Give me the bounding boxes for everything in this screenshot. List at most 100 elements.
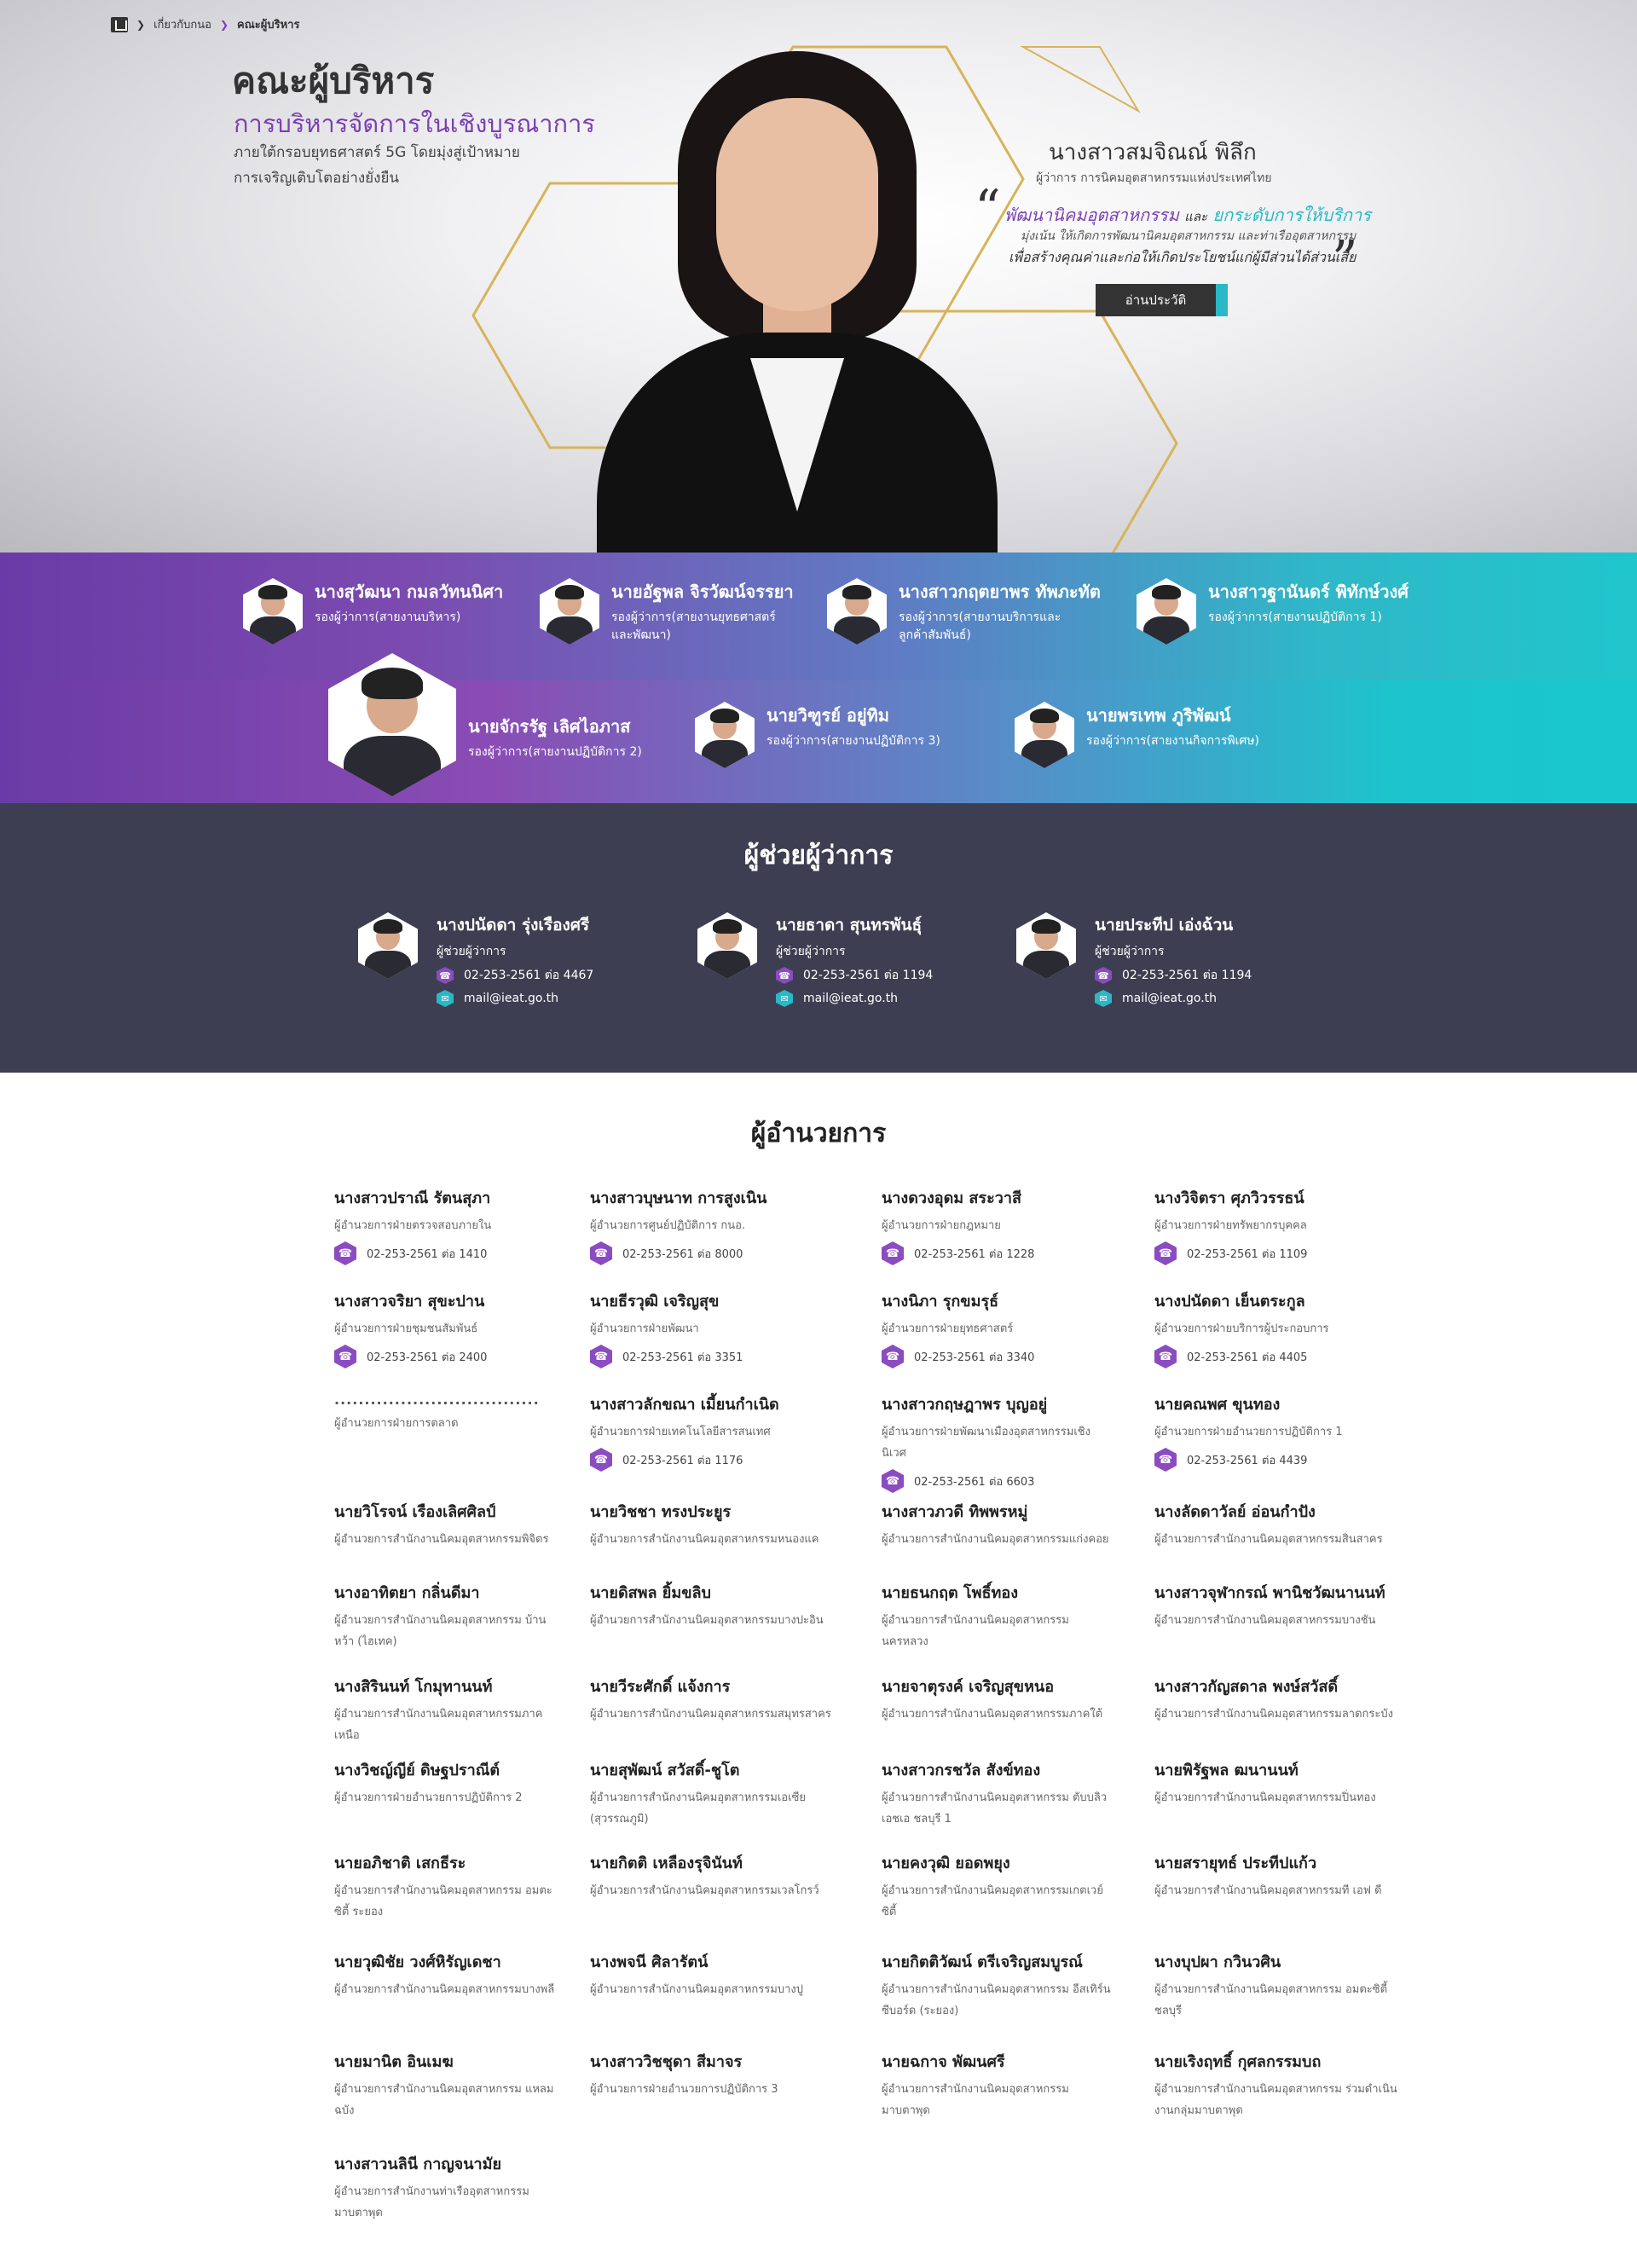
director-card[interactable]: นายพิรัฐพล ฒนานนท์ ผู้อำนวยการสำนักงานนิค… bbox=[1154, 1757, 1402, 1808]
director-card[interactable]: นายวุฒิชัย วงศ์หิรัญเดชา ผู้อำนวยการสำนัก… bbox=[334, 1949, 564, 2000]
governor-slogan: พัฒนานิคมอุตสาหกรรม และ ยกระดับการให้บริ… bbox=[1004, 201, 1371, 229]
director-card[interactable]: นางวิชญ์ญีย์ ดิษฐปราณีต์ ผู้อำนวยการฝ่ายอ… bbox=[334, 1757, 564, 1808]
director-card[interactable]: นางสาวจริยา สุขะปาน ผู้อำนวยการฝ่ายชุมชนส… bbox=[334, 1288, 564, 1368]
phone-icon: ☎ bbox=[882, 1345, 904, 1368]
director-card[interactable]: นางสาวภวดี ทิพพรหมู่ ผู้อำนวยการสำนักงานน… bbox=[882, 1499, 1112, 1550]
director-phone[interactable]: 02-253-2561 ต่อ 3340 bbox=[914, 1348, 1034, 1366]
deputy-card[interactable]: นางสาวฐานันดร์ พิทักษ์วงศ์ รองผู้ว่าการ(… bbox=[1137, 578, 1409, 645]
director-phone[interactable]: 02-253-2561 ต่อ 4405 bbox=[1187, 1348, 1307, 1366]
director-name: นายวุฒิชัย วงศ์หิรัญเดชา bbox=[334, 1953, 501, 1971]
director-phone[interactable]: 02-253-2561 ต่อ 1410 bbox=[367, 1245, 487, 1263]
director-card[interactable]: นายวีระศักดิ์ แจ้งการ ผู้อำนวยการสำนักงาน… bbox=[590, 1674, 837, 1725]
director-card[interactable]: นางลัดดาวัลย์ อ่อนกำปัง ผู้อำนวยการสำนักง… bbox=[1154, 1499, 1402, 1550]
director-card[interactable]: นายวิโรจน์ เรืองเลิศศิลป์ ผู้อำนวยการสำนั… bbox=[334, 1499, 564, 1550]
director-phone[interactable]: 02-253-2561 ต่อ 3351 bbox=[622, 1348, 743, 1366]
director-card[interactable]: นางสาวกัญสดาล พงษ์สวัสดิ์ ผู้อำนวยการสำนั… bbox=[1154, 1674, 1402, 1725]
deputy-card[interactable]: นางสาวกฤตยาพร ทัพภะทัต รองผู้ว่าการ(สายง… bbox=[827, 578, 1101, 645]
director-card[interactable]: นางสาวนลินี กาญจนามัย ผู้อำนวยการสำนักงาน… bbox=[334, 2151, 564, 2224]
director-phone[interactable]: 02-253-2561 ต่อ 8000 bbox=[622, 1245, 743, 1263]
director-role: ผู้อำนวยการฝ่ายทรัพยากรบุคคล bbox=[1154, 1219, 1307, 1232]
director-card[interactable]: นายมานิต อินเมฆ ผู้อำนวยการสำนักงานนิคมอุ… bbox=[334, 2049, 564, 2121]
deputy-card[interactable]: นายจักรรัฐ เลิศไอภาส รองผู้ว่าการ(สายงาน… bbox=[328, 653, 642, 796]
assistant-phone[interactable]: 02-253-2561 ต่อ 1194 bbox=[1122, 966, 1252, 985]
director-phone[interactable]: 02-253-2561 ต่อ 1109 bbox=[1187, 1245, 1307, 1263]
page-title: คณะผู้บริหาร bbox=[232, 60, 435, 101]
director-name: นายคณพศ ขุนทอง bbox=[1154, 1396, 1281, 1414]
assistant-email[interactable]: mail@ieat.go.th bbox=[803, 992, 898, 1005]
director-card[interactable]: นางปนัดดา เย็นตระกูล ผู้อำนวยการฝ่ายบริกา… bbox=[1154, 1288, 1402, 1368]
director-role: ผู้อำนวยการสำนักงานนิคมอุตสาหกรรมหนองแค bbox=[590, 1533, 819, 1546]
director-card[interactable]: นางสาวจุฬากรณ์ พานิชวัฒนานนท์ ผู้อำนวยการ… bbox=[1154, 1580, 1402, 1631]
assistant-phone[interactable]: 02-253-2561 ต่อ 4467 bbox=[464, 966, 593, 985]
deputy-name: นางสาวกฤตยาพร ทัพภะทัต bbox=[899, 581, 1101, 602]
chevron-right-icon: ❯ bbox=[219, 18, 229, 31]
director-phone[interactable]: 02-253-2561 ต่อ 6603 bbox=[914, 1472, 1034, 1490]
assistant-card[interactable]: นายธาดา สุนทรพันธุ์ ผู้ช่วยผู้ว่าการ ☎ 02… bbox=[697, 912, 933, 1007]
director-name: นายสุพัฒน์ สวัสดิ์-ชูโต bbox=[590, 1762, 740, 1779]
director-card[interactable]: นายเริงฤทธิ์ กุศลกรรมบถ ผู้อำนวยการสำนักง… bbox=[1154, 2049, 1402, 2121]
assistant-email[interactable]: mail@ieat.go.th bbox=[464, 992, 558, 1005]
avatar bbox=[1137, 578, 1196, 645]
director-card[interactable]: นายสุพัฒน์ สวัสดิ์-ชูโต ผู้อำนวยการสำนักง… bbox=[590, 1757, 837, 1830]
director-card[interactable]: นางสาวกรชวัล สังข์ทอง ผู้อำนวยการสำนักงาน… bbox=[882, 1757, 1112, 1830]
deputy-card[interactable]: นายอัฐพล จิรวัฒน์จรรยา รองผู้ว่าการ(สายง… bbox=[540, 578, 794, 645]
assistant-card[interactable]: นายประทีป เอ่งฉ้วน ผู้ช่วยผู้ว่าการ ☎ 02-… bbox=[1016, 912, 1252, 1007]
director-card[interactable]: นางสาวลักขณา เมี้ยนกำเนิด ผู้อำนวยการฝ่าย… bbox=[590, 1391, 837, 1472]
assistant-name: นางปนัดดา รุ่งเรืองศรี bbox=[437, 916, 590, 934]
director-card[interactable]: นายกิตติ เหลืองรุจินันท์ ผู้อำนวยการสำนัก… bbox=[590, 1850, 837, 1901]
quote-close-icon: ” bbox=[1332, 230, 1358, 290]
assistant-phone[interactable]: 02-253-2561 ต่อ 1194 bbox=[803, 966, 933, 985]
director-card[interactable]: นายดิสพล ยิ้มขลิบ ผู้อำนวยการสำนักงานนิคม… bbox=[590, 1580, 837, 1631]
governor-name: นางสาวสมจิณณ์ พิลึก bbox=[1049, 140, 1257, 165]
director-card[interactable]: นางสาวปราณี รัตนสุภา ผู้อำนวยการฝ่ายตรวจส… bbox=[334, 1185, 564, 1265]
director-card[interactable]: นายคงวุฒิ ยอดพยุง ผู้อำนวยการสำนักงานนิคม… bbox=[882, 1850, 1112, 1923]
director-phone[interactable]: 02-253-2561 ต่อ 4439 bbox=[1187, 1451, 1307, 1469]
deputy-name: นางสุวัฒนา กมลวัทนนิศา bbox=[315, 581, 504, 602]
director-name: นายกิตติวัฒน์ ตรีเจริญสมบูรณ์ bbox=[882, 1953, 1083, 1971]
assistant-card[interactable]: นางปนัดดา รุ่งเรืองศรี ผู้ช่วยผู้ว่าการ … bbox=[358, 912, 593, 1007]
director-card[interactable]: นางสาววิชชุดา สีมาจร ผู้อำนวยการฝ่ายอำนวย… bbox=[590, 2049, 837, 2100]
director-card[interactable]: นายจาตุรงค์ เจริญสุขหนอ ผู้อำนวยการสำนักง… bbox=[882, 1674, 1112, 1725]
director-name: นางสาวภวดี ทิพพรหมู่ bbox=[882, 1503, 1028, 1521]
director-card[interactable]: นางสิรินนท์ โกมุทานนท์ ผู้อำนวยการสำนักงา… bbox=[334, 1674, 564, 1746]
deputy-card[interactable]: นายวิฑูรย์ อยู่ทิม รองผู้ว่าการ(สายงานปฏ… bbox=[695, 702, 940, 768]
director-card[interactable]: นายวิชชา ทรงประยูร ผู้อำนวยการสำนักงานนิค… bbox=[590, 1499, 837, 1550]
breadcrumb: ❯ เกี่ยวกับกนอ ❯ คณะผู้บริหาร bbox=[111, 15, 300, 33]
director-card[interactable]: นายอภิชาติ เสกธีระ ผู้อำนวยการสำนักงานนิค… bbox=[334, 1850, 564, 1923]
director-card[interactable]: นายคณพศ ขุนทอง ผู้อำนวยการฝ่ายอำนวยการปฏิ… bbox=[1154, 1391, 1402, 1472]
director-card[interactable]: นางสาวกฤษฎาพร บุญอยู่ ผู้อำนวยการฝ่ายพัฒน… bbox=[882, 1391, 1112, 1493]
director-card[interactable]: นางพจนี ศิลารัตน์ ผู้อำนวยการสำนักงานนิคม… bbox=[590, 1949, 837, 2000]
director-card[interactable]: นายกิตติวัฒน์ ตรีเจริญสมบูรณ์ ผู้อำนวยการ… bbox=[882, 1949, 1112, 2022]
director-card[interactable]: นางดวงอุดม สระวาสี ผู้อำนวยการฝ่ายกฎหมาย ☎… bbox=[882, 1185, 1112, 1265]
avatar bbox=[540, 578, 599, 645]
phone-icon: ☎ bbox=[334, 1241, 356, 1265]
read-biography-button[interactable]: อ่านประวัติ bbox=[1096, 284, 1228, 316]
deputy-card[interactable]: นางสุวัฒนา กมลวัทนนิศา รองผู้ว่าการ(สายง… bbox=[243, 578, 503, 645]
director-role: ผู้อำนวยการสำนักงานนิคมอุตสาหกรรมเกตเวย์… bbox=[882, 1884, 1103, 1918]
director-card[interactable]: นายธนกฤต โพธิ์ทอง ผู้อำนวยการสำนักงานนิคม… bbox=[882, 1580, 1112, 1652]
breadcrumb-parent[interactable]: เกี่ยวกับกนอ bbox=[153, 15, 211, 33]
deputy-role: รองผู้ว่าการ(สายงานปฏิบัติการ 2) bbox=[468, 745, 642, 759]
avatar bbox=[695, 702, 755, 768]
director-name: นายอภิชาติ เสกธีระ bbox=[334, 1854, 466, 1872]
deputy-name: นายอัฐพล จิรวัฒน์จรรยา bbox=[611, 581, 794, 602]
director-card[interactable]: นางสาวบุษนาท การสูงเนิน ผู้อำนวยการศูนย์ป… bbox=[590, 1185, 837, 1265]
director-phone[interactable]: 02-253-2561 ต่อ 2400 bbox=[367, 1348, 487, 1366]
director-card[interactable]: นางวิจิตรา ศุภวิวรรธน์ ผู้อำนวยการฝ่ายทรั… bbox=[1154, 1185, 1402, 1265]
quote-open-icon: “ bbox=[975, 179, 1001, 239]
director-card[interactable]: นายสรายุทธ์ ประทีปแก้ว ผู้อำนวยการสำนักงา… bbox=[1154, 1850, 1402, 1901]
deputy-card[interactable]: นายพรเทพ ภูริพัฒน์ รองผู้ว่าการ(สายงานกิ… bbox=[1015, 702, 1259, 768]
director-card[interactable]: นายฉกาจ พัฒนศรี ผู้อำนวยการสำนักงานนิคมอุ… bbox=[882, 2049, 1112, 2121]
director-role: ผู้อำนวยการฝ่ายตรวจสอบภายใน bbox=[334, 1219, 492, 1232]
director-card[interactable]: นางอาทิตยา กลิ่นดีมา ผู้อำนวยการสำนักงานน… bbox=[334, 1580, 564, 1652]
director-phone[interactable]: 02-253-2561 ต่อ 1176 bbox=[622, 1451, 743, 1469]
assistant-email[interactable]: mail@ieat.go.th bbox=[1122, 992, 1217, 1005]
director-card[interactable]: .................................. ผู้อำน… bbox=[334, 1391, 564, 1434]
avatar bbox=[328, 653, 456, 796]
director-role: ผู้อำนวยการสำนักงานนิคมอุตสาหกรรมสินสาคร bbox=[1154, 1533, 1383, 1546]
director-card[interactable]: นายธีรวุฒิ เจริญสุข ผู้อำนวยการฝ่ายพัฒนา ☎… bbox=[590, 1288, 837, 1368]
home-icon[interactable] bbox=[111, 16, 128, 32]
director-phone[interactable]: 02-253-2561 ต่อ 1228 bbox=[914, 1245, 1034, 1263]
director-card[interactable]: นางนิภา รุกขมรุธ์ ผู้อำนวยการฝ่ายยุทธศาสต… bbox=[882, 1288, 1112, 1368]
director-card[interactable]: นางบุปผา กวินวศิน ผู้อำนวยการสำนักงานนิคม… bbox=[1154, 1949, 1402, 2022]
